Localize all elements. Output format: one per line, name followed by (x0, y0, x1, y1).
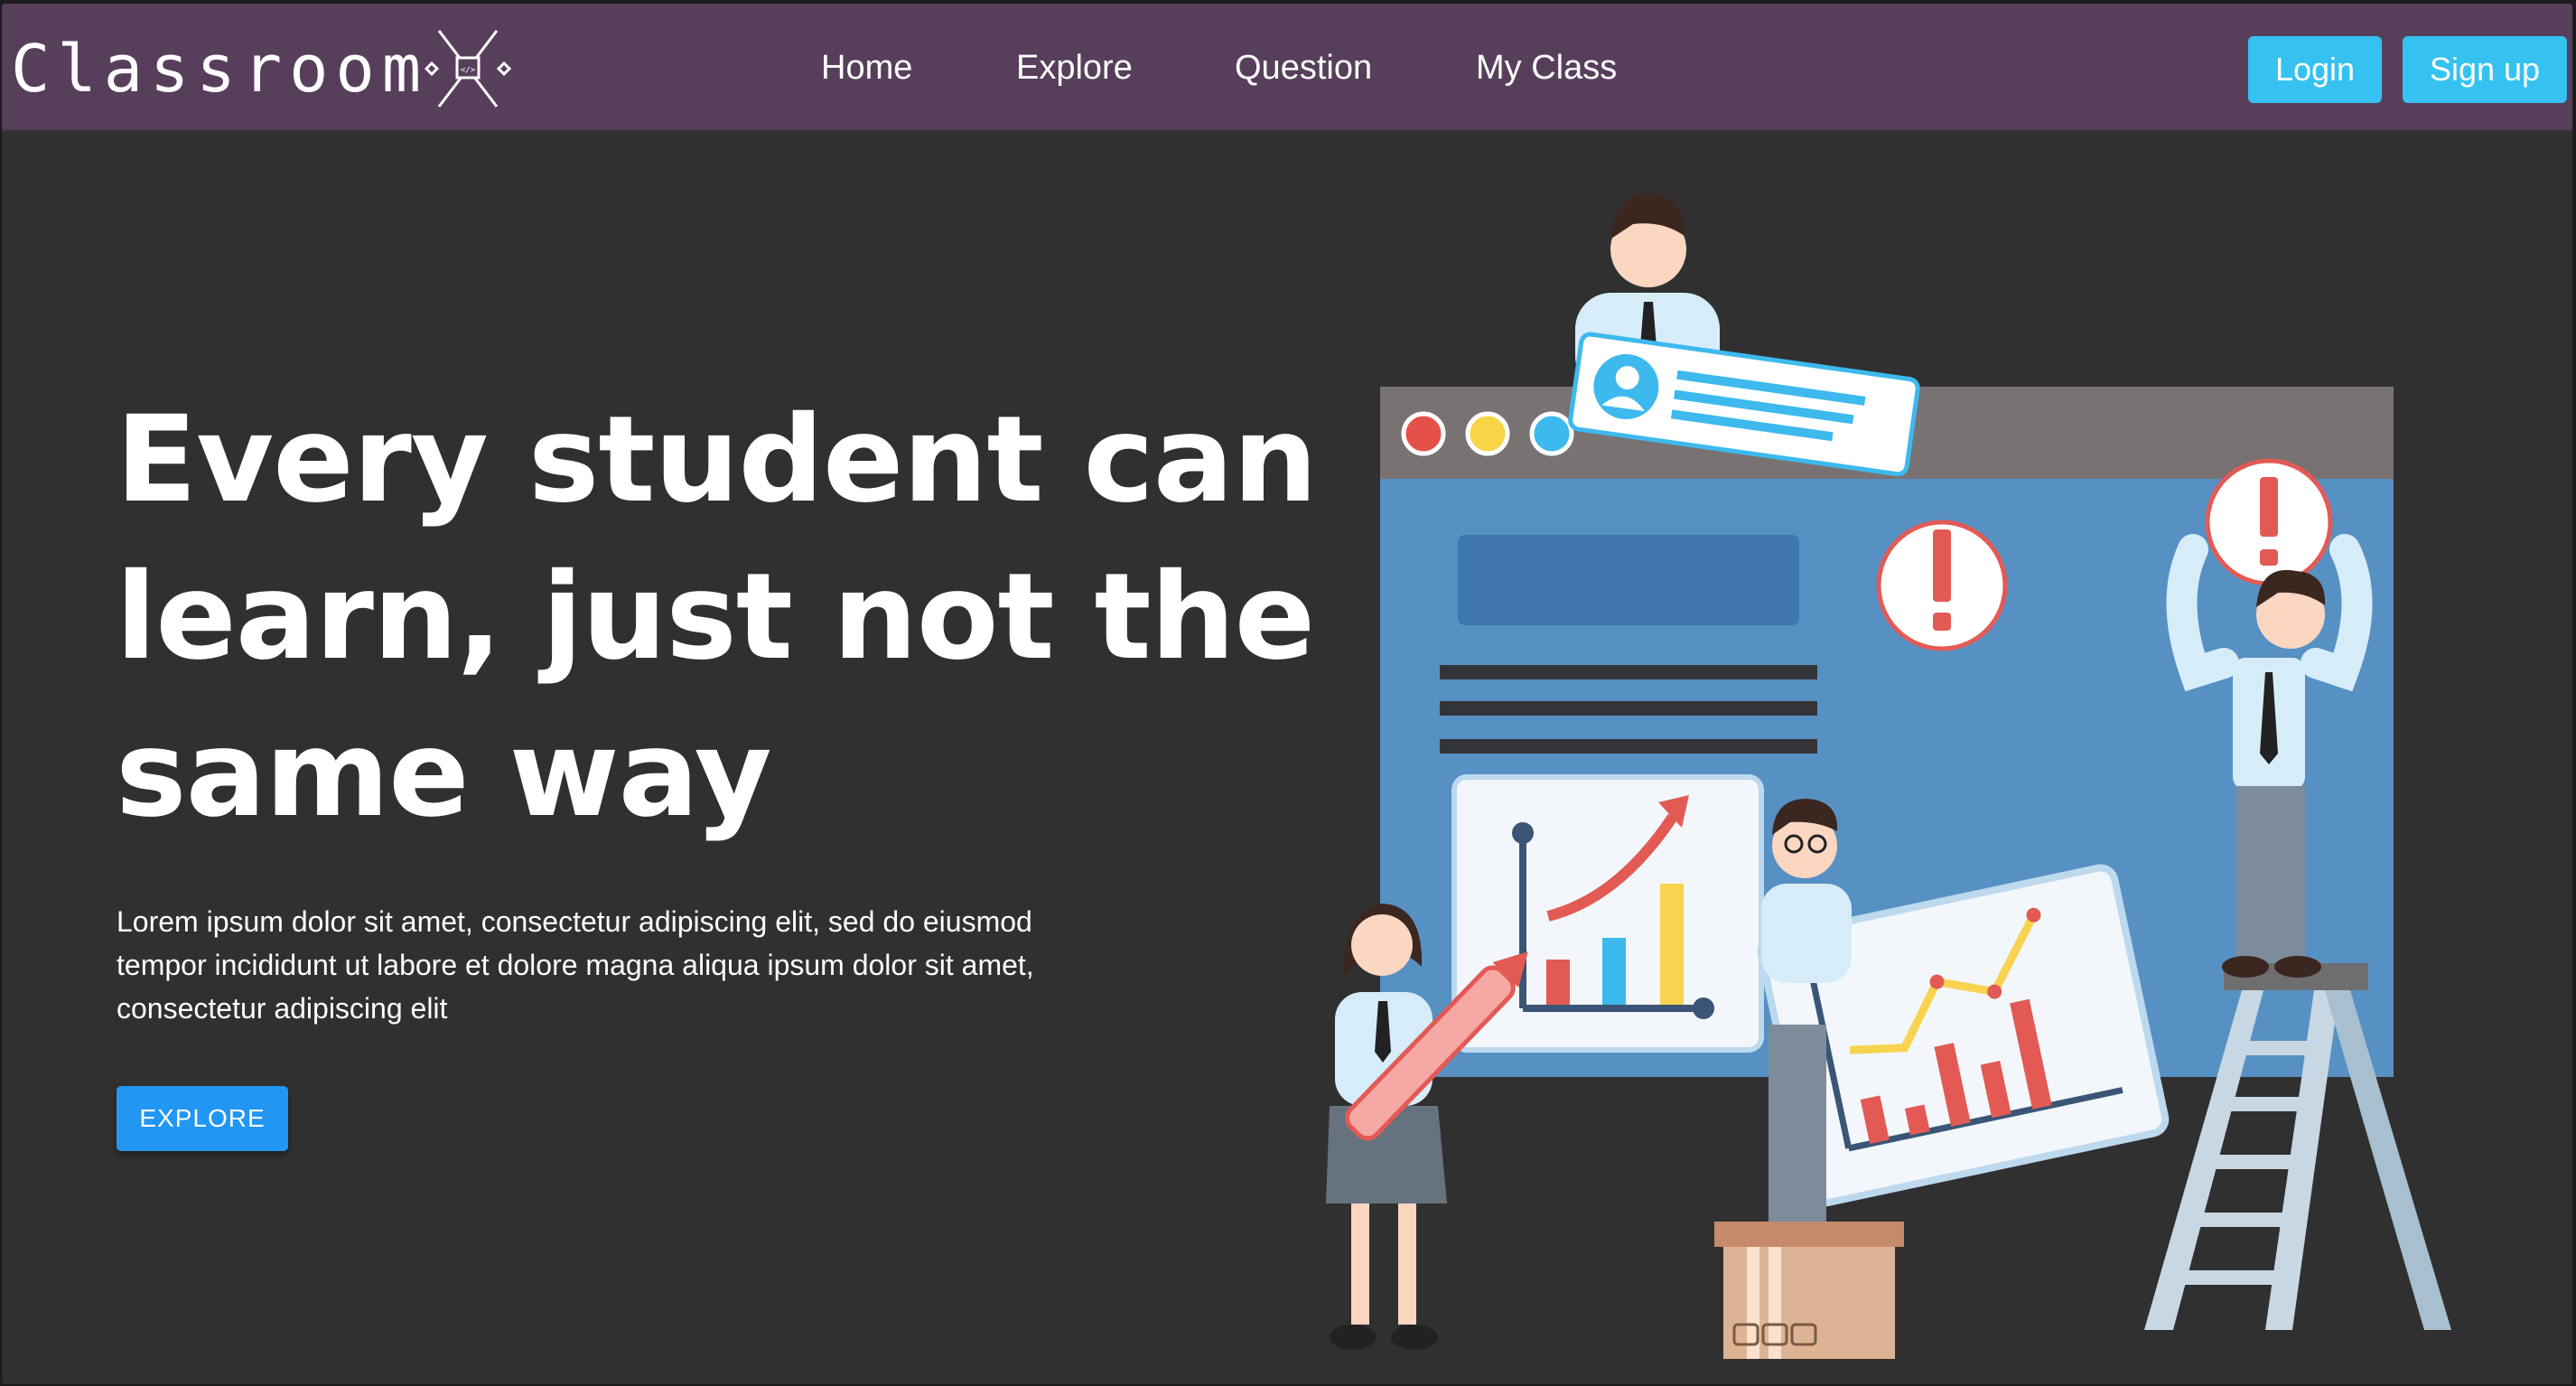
team-with-charts-illustration (1326, 193, 2451, 1359)
hero-title-line: learn, just not the (116, 548, 1315, 687)
nav-explore[interactable]: Explore (1016, 49, 1133, 88)
nav-home[interactable]: Home (821, 49, 912, 88)
hero-description-line: tempor incididunt ut labore et dolore ma… (117, 949, 1034, 981)
hero-description: Lorem ipsum dolor sit amet, consectetur … (117, 900, 1119, 1030)
explore-cta-button[interactable]: EXPLORE (117, 1086, 288, 1151)
hero-description-line: Lorem ipsum dolor sit amet, consectetur … (117, 905, 1032, 938)
cardboard-box-graphic (1714, 1222, 1904, 1359)
nav-my-class[interactable]: My Class (1476, 49, 1617, 88)
app-window: Classroom </> Home Explore Question My C… (2, 4, 2572, 1384)
navbar: Classroom </> Home Explore Question My C… (2, 4, 2572, 131)
hero-description-line: consectetur adipiscing elit (117, 992, 448, 1025)
alert-icon-graphic (1876, 520, 2008, 651)
login-button[interactable]: Login (2248, 36, 2382, 103)
nav-links: Home Explore Question My Class (2, 4, 2572, 131)
hero-title: Every student can learn, just not the sa… (116, 381, 1326, 853)
hero-title-line: Every student can (116, 390, 1318, 529)
man-with-id-card-graphic (1568, 193, 1920, 477)
hero-title-line: same way (116, 705, 772, 844)
signup-button[interactable]: Sign up (2403, 36, 2567, 103)
nav-question[interactable]: Question (1235, 49, 1372, 88)
